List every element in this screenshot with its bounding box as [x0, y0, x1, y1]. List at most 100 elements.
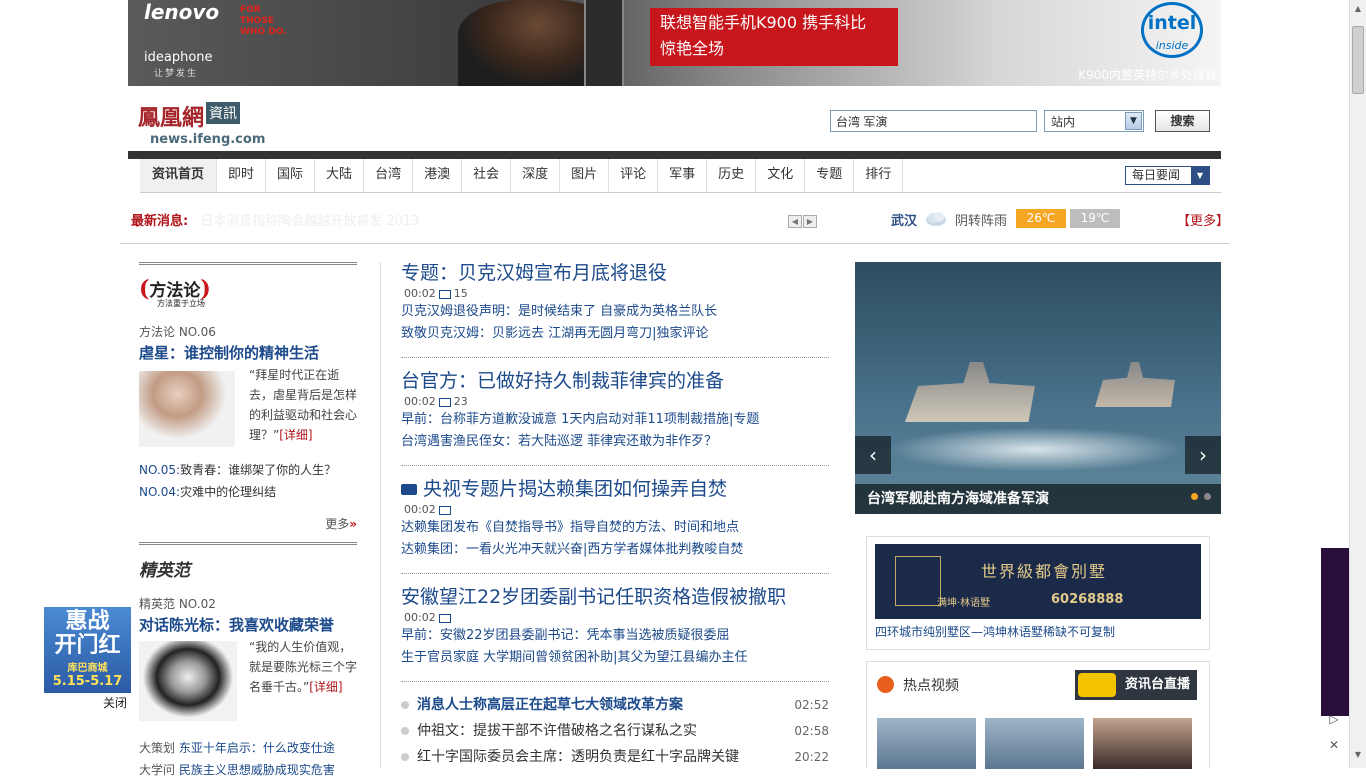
slide-caption[interactable]: 台湾军舰赴南方海域准备军演 — [855, 484, 1221, 514]
list-item[interactable]: NO.04:灾难中的伦理纠结 — [139, 481, 357, 503]
list-item[interactable]: NO.05:致青春：谁绑架了你的人生？ — [139, 459, 357, 481]
nav-item-special[interactable]: 专题 — [805, 159, 855, 192]
scroll-down-icon[interactable]: ▼ — [1352, 750, 1364, 764]
scroll-thumb[interactable] — [1352, 26, 1364, 94]
slide-dot[interactable] — [1204, 493, 1211, 500]
nav-item-instant[interactable]: 即时 — [217, 159, 267, 192]
nav-item-mainland[interactable]: 大陆 — [315, 159, 365, 192]
comment-icon — [438, 289, 451, 299]
jingyingfan-logo[interactable]: 精英范 — [139, 556, 357, 581]
scrollbar[interactable]: ▲ ▼ — [1349, 0, 1366, 768]
story-title[interactable]: 安徽望江22岁团委副书记任职资格造假被撤职 — [401, 584, 829, 610]
nav-item-depth[interactable]: 深度 — [511, 159, 561, 192]
feature-photo[interactable] — [139, 371, 235, 447]
slide-next-icon[interactable]: › — [1185, 436, 1221, 474]
story-link[interactable]: 达赖集团发布《自焚指导书》指导自焚的方法、时间和地点 — [401, 517, 829, 539]
nav-item-photos[interactable]: 图片 — [560, 159, 610, 192]
nav-item-military[interactable]: 军事 — [658, 159, 708, 192]
list-item[interactable]: 消息人士称高层正在起草七大领域改革方案 02:52 — [401, 692, 829, 718]
feature-headline[interactable]: 对话陈光标：我喜欢收藏荣誉 — [139, 614, 357, 635]
latest-news-ticker: 最新消息: 日本消息指称陶会越越开放将发 2013 — [131, 210, 420, 229]
story-title[interactable]: 专题：贝克汉姆宣布月底将退役 — [401, 260, 829, 286]
banner-phone-image — [584, 0, 624, 86]
list-item[interactable]: 红十字国际委员会主席：透明负责是红十字品牌关键 20:22 — [401, 744, 829, 770]
nav-item-culture[interactable]: 文化 — [756, 159, 806, 192]
weather-desc: 阴转阵雨 — [955, 214, 1008, 229]
jingyingfan-section: 精英范 精英范 NO.02 对话陈光标：我喜欢收藏荣誉 “我的人生价值观，就是要… — [139, 542, 357, 781]
ticker-next-icon[interactable]: ▶ — [803, 215, 817, 228]
nav-item-home[interactable]: 资讯首页 — [140, 159, 218, 192]
ticker-pager: ◀ ▶ — [788, 213, 818, 228]
wake-image — [885, 427, 1185, 472]
villa-ad: 世界級都會別墅 满坤·林语墅 60268888 四环城市纯别墅区—鸿坤林语墅稀缺… — [866, 536, 1210, 650]
headline-column: 专题：贝克汉姆宣布月底将退役 00:02 15 贝克汉姆退役声明：是时候结束了 自… — [401, 260, 829, 770]
nav-item-history[interactable]: 历史 — [707, 159, 757, 192]
feature-headline[interactable]: 虐星：谁控制你的精神生活 — [139, 342, 357, 363]
intel-logo: intel inside — [1141, 2, 1203, 58]
villa-ad-link[interactable]: 四环城市纯别墅区—鸿坤林语墅稀缺不可复制 — [875, 623, 1115, 640]
close-ad-button[interactable]: 关闭 — [103, 694, 127, 711]
issue-label: 方法论 NO.06 — [139, 325, 216, 339]
list-item[interactable]: 大策划 东亚十年启示：什么改变仕途 — [139, 737, 357, 759]
detail-link[interactable]: [详细] — [309, 680, 342, 694]
video-thumb[interactable] — [985, 718, 1084, 769]
main-nav: 资讯首页 即时 国际 大陆 台湾 港澳 社会 深度 图片 评论 军事 历史 文化… — [140, 159, 1221, 193]
slide-prev-icon[interactable]: ‹ — [855, 436, 891, 474]
villa-ad-image[interactable]: 世界級都會別墅 满坤·林语墅 60268888 — [875, 544, 1201, 619]
fangfalun-logo[interactable]: (方法论) 方法重于立场 — [139, 276, 357, 309]
lenovo-banner-ad[interactable]: lenovo FOR THOSE WHO DO. ideaphone 让梦发生 联想… — [128, 0, 1221, 86]
slide-dot[interactable] — [1191, 493, 1198, 500]
detail-link[interactable]: [详细] — [279, 428, 312, 442]
nav-item-society[interactable]: 社会 — [462, 159, 512, 192]
more-link[interactable]: 更多» — [139, 515, 357, 532]
side-ad-strip[interactable] — [1321, 548, 1349, 716]
story-link[interactable]: 达赖集团：一看火光冲天就兴奋|西方学者媒体批判教唆自焚 — [401, 539, 829, 561]
video-thumb[interactable] — [877, 718, 976, 769]
search-scope-select[interactable]: 站内 ▼ — [1044, 110, 1144, 132]
list-item[interactable]: 仲祖文：提拔干部不许借破格之名行谋私之实 02:58 — [401, 718, 829, 744]
comment-icon — [438, 613, 451, 623]
ifeng-news-logo[interactable]: 鳳凰網 資訊 news.ifeng.com — [138, 100, 288, 147]
video-icon — [401, 484, 417, 495]
cloud-rain-icon — [926, 212, 946, 226]
search-input[interactable] — [830, 110, 1037, 132]
nav-item-hk-macau[interactable]: 港澳 — [413, 159, 463, 192]
warship-image — [1095, 362, 1175, 407]
nav-item-opinion[interactable]: 评论 — [609, 159, 659, 192]
story-meta: 00:02 15 — [404, 287, 468, 300]
story-link[interactable]: 早前：安徽22岁团县委副书记：凭本事当选被质疑很委屈 — [401, 625, 829, 647]
weather-more-link[interactable]: 【更多】 — [1177, 210, 1229, 229]
story-title[interactable]: 台官方：已做好持久制裁菲律宾的准备 — [401, 368, 829, 394]
ideaphone-slogan: 让梦发生 — [154, 69, 199, 79]
weather-city[interactable]: 武汉 — [891, 210, 917, 229]
close-icon[interactable]: ✕ — [1325, 738, 1343, 756]
ticker-prev-icon[interactable]: ◀ — [788, 215, 802, 228]
replay-icon[interactable]: ▷ — [1325, 712, 1343, 730]
story-meta: 00:02 — [404, 610, 829, 625]
nav-item-world[interactable]: 国际 — [266, 159, 316, 192]
ad-emblem — [895, 556, 941, 606]
feature-quote: “拜星时代正在逝去，虐星背后是怎样的利益驱动和社会心理？”[详细] — [249, 368, 358, 442]
story-link[interactable]: 致敬贝克汉姆：贝影远去 江湖再无圆月弯刀|独家评论 — [401, 323, 829, 345]
video-thumbs — [877, 718, 1192, 773]
scroll-up-icon[interactable]: ▲ — [1352, 4, 1364, 18]
story-link[interactable]: 早前：台称菲方道歉没诚意 1天内启动对菲11项制裁措施|专题 — [401, 409, 829, 431]
story-link[interactable]: 生于官员家庭 大学期间曾领贫困补助|其父为望江县编办主任 — [401, 647, 829, 669]
nav-item-taiwan[interactable]: 台湾 — [364, 159, 414, 192]
hot-video-box: 热点视频 资讯台直播 — [866, 661, 1210, 769]
nav-item-ranking[interactable]: 排行 — [854, 159, 904, 192]
story-link[interactable]: 台湾遇害渔民侄女：若大陆巡逻 菲律宾还敢为非作歹？ — [401, 431, 829, 453]
story-title[interactable]: 央视专题片揭达赖集团如何操弄自焚 — [401, 476, 829, 502]
video-thumb[interactable] — [1093, 718, 1192, 769]
daily-news-dropdown[interactable]: 每日要闻 ▼ — [1125, 166, 1210, 185]
floating-ad[interactable]: 惠战 开门红 库巴商城 5.15-5.17 — [44, 607, 131, 693]
ticker-text[interactable]: 日本消息指称陶会越越开放将发 2013 — [200, 214, 419, 229]
comment-icon — [438, 397, 451, 407]
live-tv-button[interactable]: 资讯台直播 — [1075, 670, 1197, 700]
list-item[interactable]: 大学问 民族主义思想威胁成现实危害 — [139, 759, 357, 781]
temp-high: 26℃ — [1016, 209, 1066, 228]
story-link[interactable]: 贝克汉姆退役声明：是时候结束了 自豪成为英格兰队长 — [401, 301, 829, 323]
photo-slideshow[interactable]: ‹ › 台湾军舰赴南方海域准备军演 — [855, 262, 1221, 514]
search-button[interactable]: 搜索 — [1155, 110, 1210, 132]
feature-photo[interactable] — [139, 641, 237, 721]
